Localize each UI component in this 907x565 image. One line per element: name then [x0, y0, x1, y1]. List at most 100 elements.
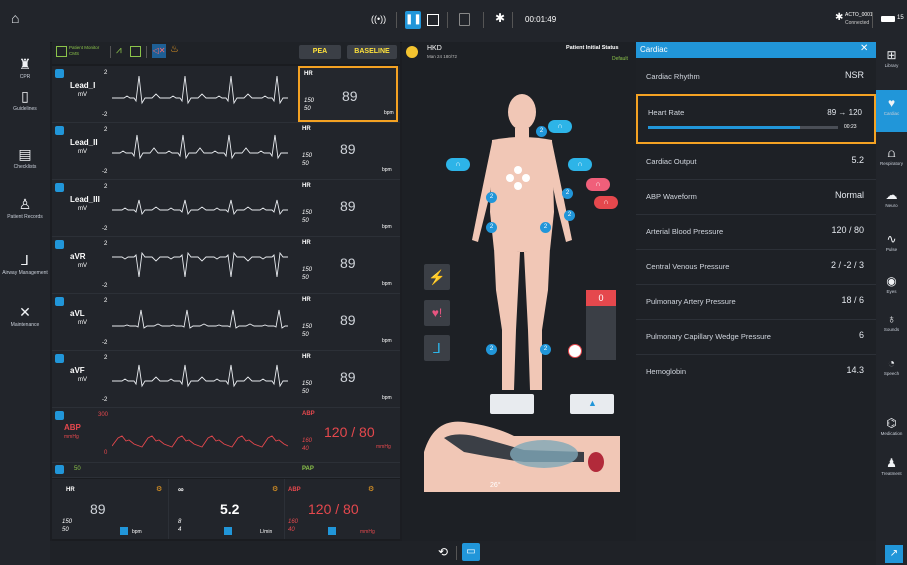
nav-neuro[interactable]: ☁ Neuro: [876, 188, 907, 208]
auscultation-button[interactable]: ∩: [548, 120, 572, 133]
chat-button[interactable]: ▭: [462, 543, 480, 561]
ecg-electrode-icon[interactable]: [522, 174, 530, 182]
nav-patient-records[interactable]: ♙ Patient Records: [0, 196, 50, 220]
row-pulmonary-artery-pressure[interactable]: Pulmonary Artery Pressure 18 / 6: [636, 285, 876, 320]
hr-vital[interactable]: HR 89 150 50 bpm: [298, 180, 398, 236]
hr-vital[interactable]: HR 89 150 50 bpm: [298, 351, 398, 407]
nav-pulse[interactable]: ∿ Pulse: [876, 232, 907, 252]
bp-cuff-icon[interactable]: [568, 344, 582, 358]
eye-icon[interactable]: [55, 126, 64, 135]
settings-icon[interactable]: ⚙: [272, 485, 278, 493]
ecg-row-lead-ii[interactable]: Lead_II mV 2 -2 HR 89 150 50 bpm: [52, 123, 400, 180]
nav-checklists[interactable]: ▤ Checklists: [0, 146, 50, 170]
auscultation-button[interactable]: ∩: [446, 158, 470, 171]
ecg-row-lead-i[interactable]: Lead_I mV 2 -2 HR 89 150 50 bpm: [52, 66, 400, 123]
nav-cardiac[interactable]: ♥ Cardiac: [876, 90, 907, 132]
pulse-point-button[interactable]: 2: [486, 192, 497, 203]
pulse-point-button[interactable]: 2: [540, 222, 551, 233]
eye-icon[interactable]: [55, 411, 64, 420]
nav-cpr[interactable]: ♜ CPR: [0, 56, 50, 80]
ecg-electrode-icon[interactable]: [514, 182, 522, 190]
signal-icon[interactable]: ((•)): [371, 14, 386, 24]
ecg-row-lead-iii[interactable]: Lead_III mV 2 -2 HR 89 150 50 bpm: [52, 180, 400, 237]
airway-view-toggle[interactable]: ▲: [570, 394, 614, 414]
eye-icon[interactable]: [55, 465, 64, 474]
pressure-gauge[interactable]: 0: [586, 290, 616, 360]
pause-button[interactable]: ❚❚: [405, 11, 422, 29]
stop-button[interactable]: [427, 14, 439, 26]
intubation-button[interactable]: ⅃: [424, 335, 450, 361]
eye-icon[interactable]: [55, 354, 64, 363]
alarm-icon[interactable]: ♨: [170, 44, 179, 55]
footer-hr[interactable]: HR ⚙ 89 150 50 bpm: [52, 479, 169, 539]
pacing-button[interactable]: ♥!: [424, 300, 450, 326]
eye-icon[interactable]: [55, 240, 64, 249]
settings-icon[interactable]: ⚙: [368, 485, 374, 493]
nav-respiratory[interactable]: ⩍ Respiratory: [876, 146, 907, 166]
ecg-electrode-icon[interactable]: [514, 166, 522, 174]
pulse-point-button[interactable]: 2: [486, 344, 497, 355]
row-heart-rate[interactable]: Heart Rate 89 → 120 00:23: [636, 94, 876, 144]
pulse-point-button[interactable]: 2: [536, 126, 547, 137]
mute-button[interactable]: ◁✕: [152, 44, 166, 58]
nav-treatment[interactable]: ♟ Treatment: [876, 456, 907, 476]
abp-row[interactable]: ABP mmHg 300 0 ABP 120 / 80 160 40 mmHg: [52, 408, 400, 463]
row-central-venous-pressure[interactable]: Central Venous Pressure 2 / -2 / 3: [636, 250, 876, 285]
hr-vital[interactable]: HR 89 150 50 bpm: [298, 294, 398, 350]
nav-eyes[interactable]: ◉ Eyes: [876, 274, 907, 294]
ecg-row-avf[interactable]: aVF mV 2 -2 HR 89 150 50 bpm: [52, 351, 400, 408]
pulse-point-button[interactable]: 2: [486, 222, 497, 233]
pap-row[interactable]: 50 PAP: [52, 463, 400, 478]
footer-co[interactable]: ∞ ⚙ 5.2 8 4 L/min: [168, 479, 285, 539]
row-pulmonary-capillary-wedge-pressure[interactable]: Pulmonary Capillary Wedge Pressure 6: [636, 320, 876, 355]
pulse-point-button[interactable]: 2: [564, 210, 575, 221]
lung-sound-button[interactable]: ∩: [594, 196, 618, 209]
auscultation-button[interactable]: ∩: [568, 158, 592, 171]
row-abp-waveform[interactable]: ABP Waveform Normal: [636, 180, 876, 215]
nav-maintenance[interactable]: ✕ Maintenance: [0, 304, 50, 328]
pulse-point-button[interactable]: 2: [540, 344, 551, 355]
hr-vital[interactable]: HR 89 150 50 bpm: [298, 123, 398, 179]
expand-button[interactable]: ↗: [885, 545, 903, 563]
row-hemoglobin[interactable]: Hemoglobin 14.3: [636, 355, 876, 389]
monitor-grid-icon[interactable]: [56, 46, 67, 57]
home-icon[interactable]: ⌂: [11, 10, 19, 26]
row-cardiac-output[interactable]: Cardiac Output 5.2: [636, 145, 876, 180]
save-icon[interactable]: [459, 13, 470, 26]
lung-sound-button[interactable]: ∩: [586, 178, 610, 191]
ecg-electrode-icon[interactable]: [506, 174, 514, 182]
nav-medication[interactable]: ⌬ Medication: [876, 416, 907, 436]
footer-abp-bell-icon[interactable]: [328, 527, 336, 535]
baseline-button[interactable]: BASELINE: [347, 45, 397, 59]
nav-guidelines[interactable]: ▯ Guidelines: [0, 88, 50, 112]
row-arterial-blood-pressure[interactable]: Arterial Blood Pressure 120 / 80: [636, 215, 876, 250]
row-cardiac-rhythm[interactable]: Cardiac Rhythm NSR: [636, 60, 876, 95]
nav-sounds[interactable]: ♁ Sounds: [876, 312, 907, 332]
waveform-icon[interactable]: ⩘: [116, 45, 122, 56]
airway-view-toggle[interactable]: [490, 394, 534, 414]
nav-library[interactable]: ⊞ Library: [876, 48, 907, 68]
ecg-row-avr[interactable]: aVR mV 2 -2 HR 89 150 50 bpm: [52, 237, 400, 294]
patient-avatar[interactable]: [406, 46, 418, 58]
footer-abp[interactable]: ABP ⚙ 120 / 80 160 40 mmHg: [284, 479, 400, 539]
ecg-row-avl[interactable]: aVL mV 2 -2 HR 89 150 50 bpm: [52, 294, 400, 351]
hr-vital[interactable]: HR 89 150 50 bpm: [298, 237, 398, 293]
pea-button[interactable]: PEA: [299, 45, 341, 59]
eye-icon[interactable]: [55, 183, 64, 192]
settings-icon[interactable]: ⚙: [156, 485, 162, 493]
abp-vital[interactable]: ABP 120 / 80 160 40 mmHg: [298, 408, 398, 464]
bluetooth-icon[interactable]: ✱: [495, 11, 505, 25]
defibrillation-button[interactable]: ⚡: [424, 264, 450, 290]
history-icon[interactable]: ⟲: [438, 545, 448, 559]
pulse-point-button[interactable]: 2: [562, 188, 573, 199]
footer-co-bell-icon[interactable]: [224, 527, 232, 535]
nav-speech[interactable]: ◔ Speech: [876, 356, 907, 376]
eye-icon[interactable]: [55, 69, 64, 78]
grid-view-icon[interactable]: [130, 46, 141, 57]
vital-high: 150: [302, 210, 313, 216]
footer-hr-bell-icon[interactable]: [120, 527, 128, 535]
eye-icon[interactable]: [55, 297, 64, 306]
hr-vital[interactable]: HR 89 150 50 bpm: [298, 66, 398, 122]
close-icon[interactable]: ✕: [860, 43, 868, 54]
nav-airway-management[interactable]: ⅃ Airway Management: [0, 252, 50, 276]
